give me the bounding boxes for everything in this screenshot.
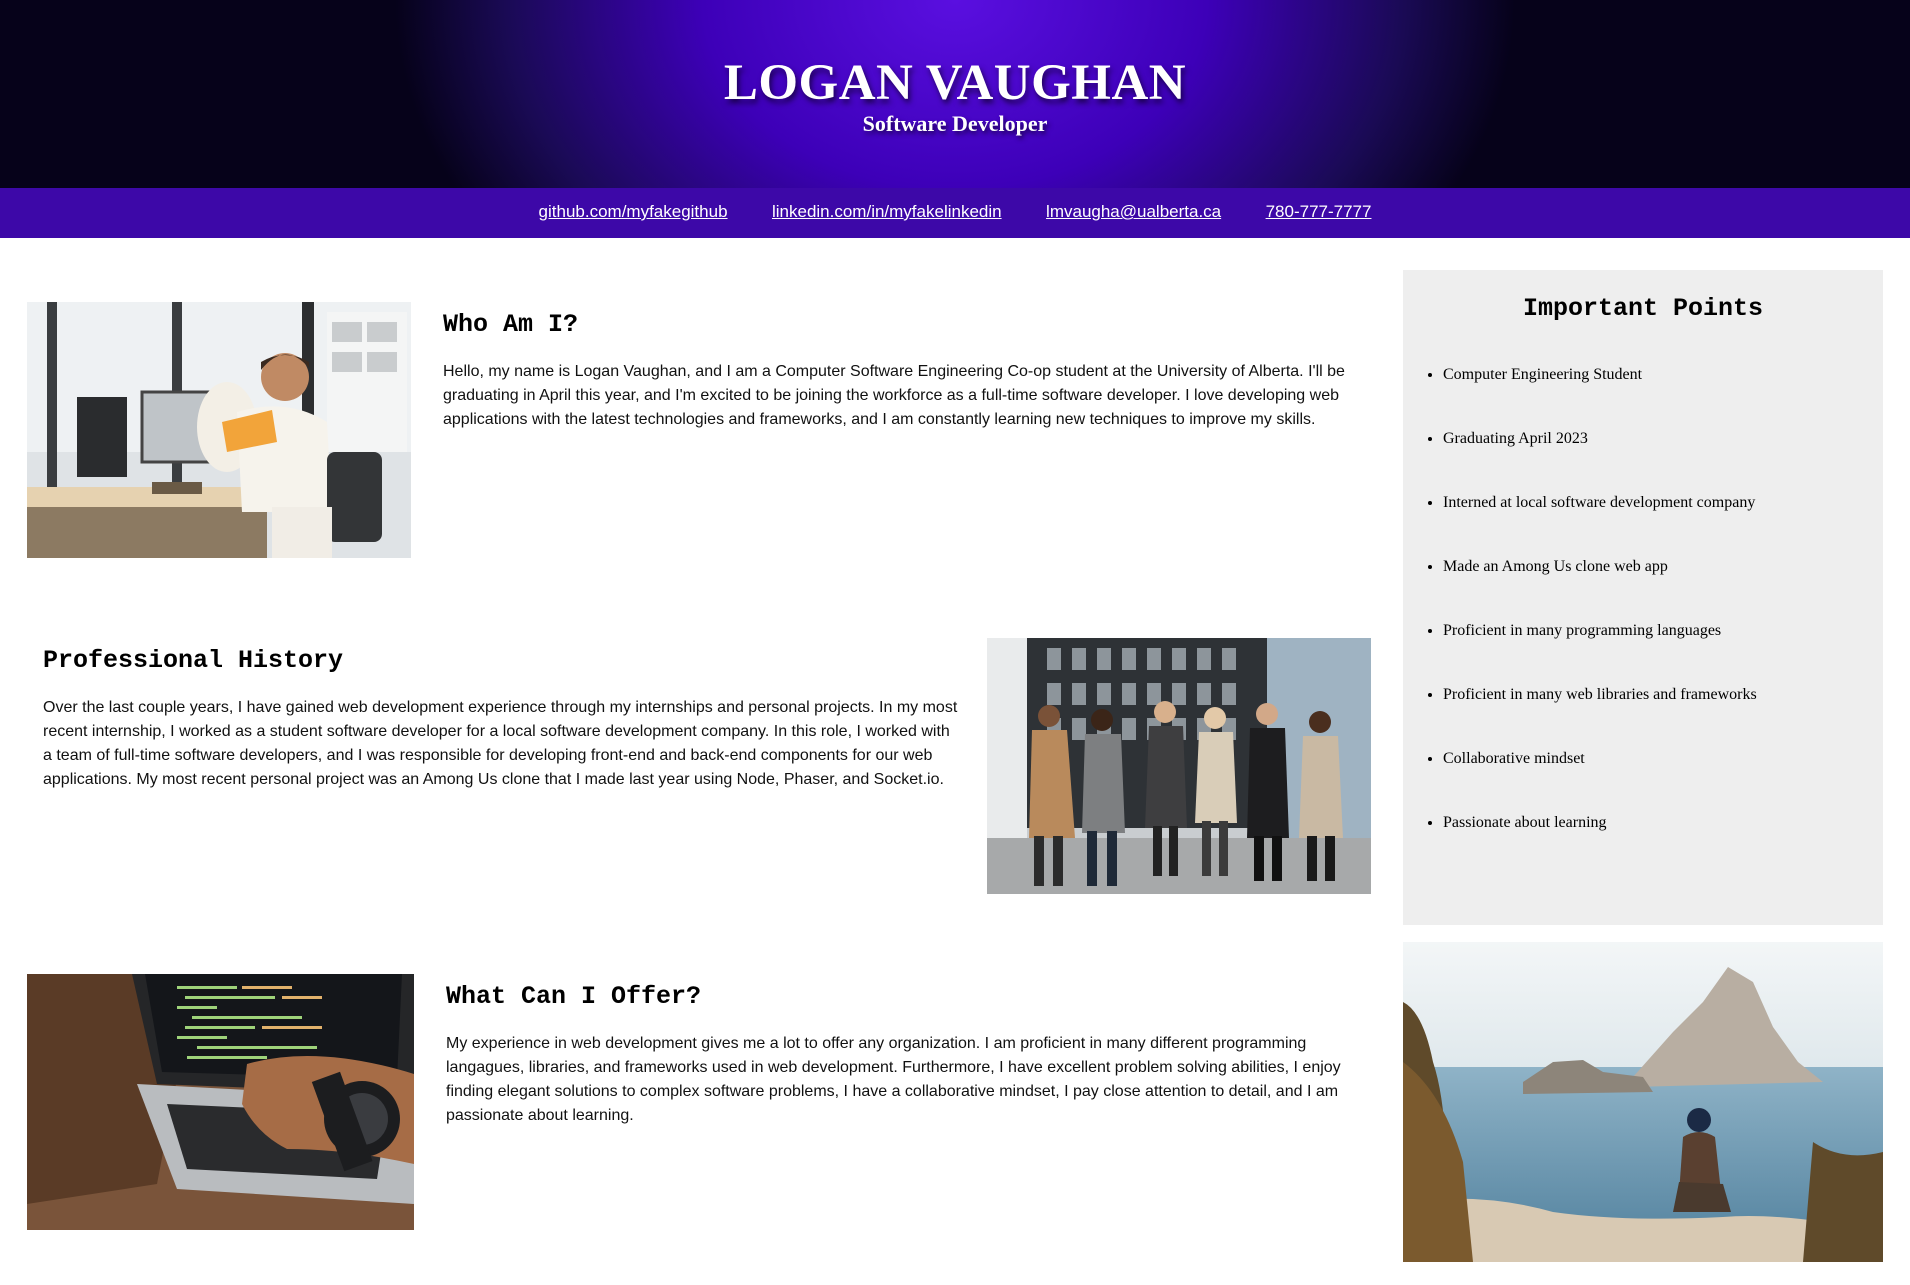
important-points-list: Computer Engineering Student Graduating … <box>1443 365 1757 877</box>
what-can-i-offer-heading: What Can I Offer? <box>446 982 702 1011</box>
list-item: Interned at local software development c… <box>1443 493 1757 557</box>
list-item: Made an Among Us clone web app <box>1443 557 1757 621</box>
list-item: Proficient in many programming languages <box>1443 621 1757 685</box>
what-can-i-offer-text: My experience in web development gives m… <box>446 1035 1341 1124</box>
professional-history-text: Over the last couple years, I have gaine… <box>43 699 958 788</box>
list-item: Passionate about learning <box>1443 813 1757 877</box>
office-worker-photo <box>27 302 411 558</box>
business-team-photo <box>987 638 1371 894</box>
list-item: Proficient in many web libraries and fra… <box>1443 685 1757 749</box>
list-item: Collaborative mindset <box>1443 749 1757 813</box>
linkedin-link[interactable]: linkedin.com/in/myfakelinkedin <box>772 202 1002 221</box>
page-title: LOGAN VAUGHAN <box>723 55 1187 111</box>
github-link[interactable]: github.com/myfakegithub <box>539 202 728 221</box>
contact-bar: github.com/myfakegithub linkedin.com/in/… <box>0 188 1910 238</box>
cliff-sea-photo <box>1403 942 1883 1262</box>
list-item: Computer Engineering Student <box>1443 365 1757 429</box>
important-points-panel: Important Points Computer Engineering St… <box>1403 270 1883 925</box>
page-subtitle: Software Developer <box>862 111 1048 136</box>
laptop-coding-photo <box>27 974 414 1230</box>
list-item: Graduating April 2023 <box>1443 429 1757 493</box>
important-points-heading: Important Points <box>1522 294 1764 323</box>
email-link[interactable]: lmvaugha@ualberta.ca <box>1046 202 1221 221</box>
page-header: LOGAN VAUGHAN Software Developer <box>0 0 1910 188</box>
phone-link[interactable]: 780-777-7777 <box>1266 202 1372 221</box>
who-am-i-heading: Who Am I? <box>443 310 579 339</box>
who-am-i-text: Hello, my name is Logan Vaughan, and I a… <box>443 363 1345 428</box>
professional-history-heading: Professional History <box>43 646 344 675</box>
